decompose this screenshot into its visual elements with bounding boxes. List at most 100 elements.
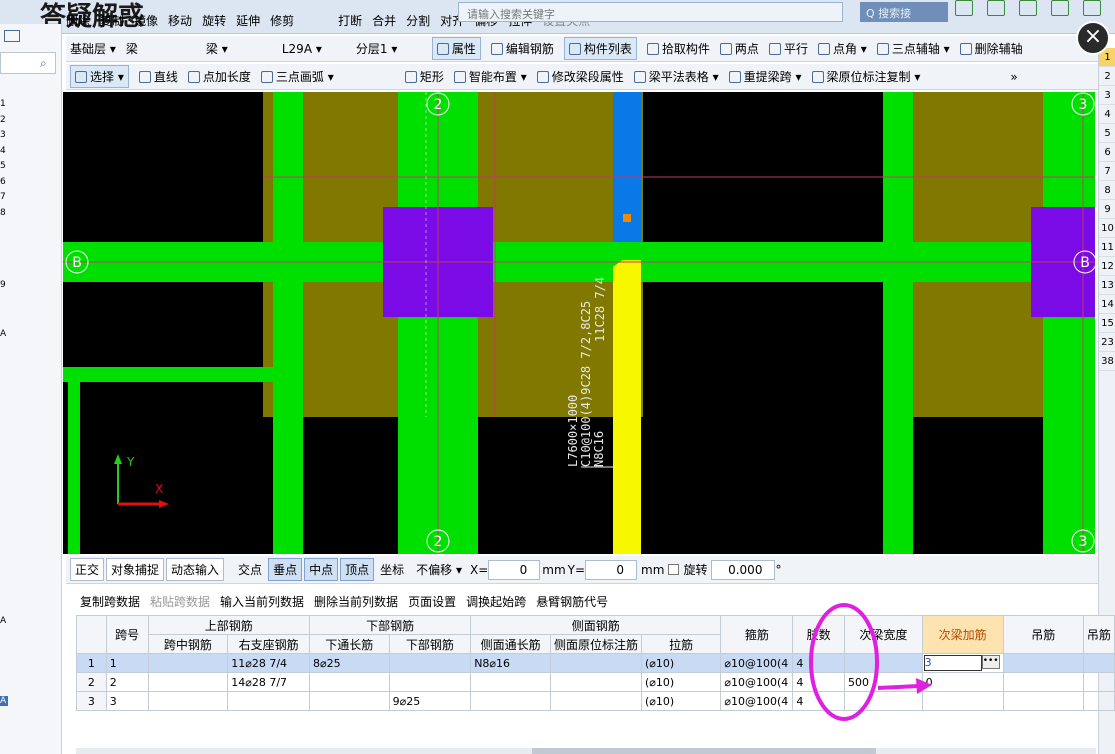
cell[interactable]: (⌀10) [640, 672, 722, 692]
point-angle-button[interactable]: 点角 ▾ [817, 40, 867, 57]
cell[interactable]: 8⌀25 [308, 653, 390, 673]
layer-item[interactable]: 6 [1099, 143, 1115, 162]
layer-item[interactable]: 12 [1099, 257, 1115, 276]
layer-item[interactable]: 3 [1099, 86, 1115, 105]
row-number[interactable]: 1 [76, 653, 107, 673]
rotate-checkbox[interactable] [668, 564, 680, 575]
cell[interactable]: ⌀10@100(4 [720, 672, 794, 692]
type2-select[interactable]: 梁 ▾ [206, 40, 272, 57]
layer-item[interactable]: 2 [1099, 67, 1115, 86]
ribbon-trim[interactable]: 修剪 [270, 12, 294, 29]
delete-col-button[interactable]: 删除当前列数据 [314, 593, 398, 610]
layer-item[interactable]: 14 [1099, 295, 1115, 314]
ribbon-mirror[interactable]: 镜像 [134, 12, 158, 29]
layer-item[interactable]: 7 [1099, 162, 1115, 181]
tree-item[interactable]: 2 [0, 113, 6, 129]
line-button[interactable]: 直线 [138, 68, 178, 85]
cell[interactable] [308, 691, 390, 711]
cell[interactable]: ⌀10@100(4 [720, 691, 794, 711]
grip-point[interactable] [623, 214, 631, 222]
search-icon[interactable]: ⌕ [40, 56, 47, 71]
page-setup-button[interactable]: 页面设置 [408, 593, 456, 610]
y-input[interactable]: 0 [585, 559, 638, 580]
cell[interactable] [1002, 691, 1084, 711]
layer-item[interactable]: 23 [1099, 333, 1115, 352]
table-row[interactable]: 1 1 11⌀28 7/4 8⌀25 N8⌀16 (⌀10) ⌀10@100(4… [76, 653, 1115, 673]
settings-icon[interactable] [1083, 0, 1101, 16]
layer-item[interactable]: 10 [1099, 219, 1115, 238]
component-list-button[interactable]: 构件列表 [563, 37, 637, 60]
copy-annot-button[interactable]: 梁原位标注复制 ▾ [811, 68, 920, 85]
cell[interactable] [388, 653, 472, 673]
layer-item[interactable]: 11 [1099, 238, 1115, 257]
ribbon-split[interactable]: 分割 [406, 12, 430, 29]
tree-item[interactable]: 3 [0, 128, 6, 144]
layer-item[interactable]: 38 [1099, 352, 1115, 371]
element-select[interactable]: L29A ▾ [282, 42, 346, 56]
arc-button[interactable]: 三点画弧 ▾ [260, 68, 395, 85]
save-icon[interactable] [955, 0, 973, 16]
cell[interactable]: (⌀10) [640, 653, 722, 673]
layer-item[interactable]: 4 [1099, 105, 1115, 124]
properties-button[interactable]: 属性 [431, 37, 481, 60]
cell[interactable]: 3 [105, 691, 149, 711]
cell[interactable] [1002, 653, 1084, 673]
cell[interactable] [470, 672, 551, 692]
cell[interactable] [470, 691, 551, 711]
tree-item[interactable]: 7 [0, 190, 6, 206]
tree-item[interactable]: 4 [0, 144, 6, 160]
tree-item[interactable]: 8 [0, 206, 6, 222]
perpendicular-snap[interactable]: 垂点 [268, 558, 303, 581]
object-snap-toggle[interactable]: 对象捕捉 [106, 558, 165, 581]
cell[interactable]: (⌀10) [640, 691, 722, 711]
copy-span-button[interactable]: 复制跨数据 [80, 593, 140, 610]
ribbon-delete[interactable]: 删除 [66, 12, 90, 29]
cell[interactable]: 1 [105, 653, 149, 673]
ribbon-copy[interactable]: 复制 [100, 12, 124, 29]
cell[interactable] [1082, 672, 1115, 692]
layer-item[interactable]: 9 [1099, 200, 1115, 219]
offset-select[interactable]: 不偏移 ▾ [416, 561, 462, 578]
ortho-toggle[interactable]: 正交 [70, 558, 105, 581]
cell[interactable]: 2 [105, 672, 149, 692]
beam-horizontal[interactable] [63, 367, 273, 382]
edit-rebar-button[interactable]: 编辑钢筋 [490, 40, 554, 57]
pick-component-button[interactable]: 拾取构件 [646, 40, 710, 57]
tree-item[interactable]: 6 [0, 175, 6, 191]
export-icon[interactable] [1051, 0, 1069, 16]
cantilever-button[interactable]: 悬臂钢筋代号 [536, 593, 608, 610]
cell[interactable] [1002, 672, 1084, 692]
input-col-button[interactable]: 输入当前列数据 [220, 593, 304, 610]
tree-item[interactable]: 1 [0, 97, 6, 113]
cell[interactable]: 14⌀28 7/7 [227, 672, 310, 692]
swap-start-button[interactable]: 调换起始跨 [466, 593, 526, 610]
cell[interactable] [549, 691, 643, 711]
close-icon[interactable]: × [1076, 21, 1110, 55]
beam-vertical[interactable] [883, 92, 913, 554]
table-row[interactable]: 3 3 9⌀25 (⌀10) ⌀10@100(4 4 [76, 691, 1115, 711]
cell[interactable]: N8⌀16 [470, 653, 551, 673]
cell[interactable]: 11⌀28 7/4 [227, 653, 310, 673]
rotate-input[interactable]: 0.000 [711, 559, 776, 580]
cell[interactable] [147, 653, 229, 673]
share-icon[interactable] [1019, 0, 1037, 16]
ribbon-merge[interactable]: 合并 [372, 12, 396, 29]
modify-span-button[interactable]: 修改梁段属性 [536, 68, 624, 85]
row-number[interactable]: 2 [76, 672, 107, 692]
x-input[interactable]: 0 [488, 559, 541, 580]
tree-item[interactable]: A [0, 329, 6, 339]
tree-search-input[interactable] [0, 52, 56, 74]
three-point-axis-button[interactable]: 三点辅轴 ▾ [876, 40, 950, 57]
ribbon-extend[interactable]: 延伸 [236, 12, 260, 29]
cell[interactable] [388, 672, 472, 692]
cell[interactable] [549, 653, 643, 673]
drawing-canvas[interactable]: 2 3 B B 2 3 L7600×1000 C10@100(4)9C28 7/… [63, 92, 1095, 554]
tree-item[interactable]: 5 [0, 159, 6, 175]
cell[interactable] [1082, 653, 1115, 673]
two-points-button[interactable]: 两点 [719, 40, 759, 57]
coordinate-snap[interactable]: 坐标 [376, 559, 408, 580]
more-button[interactable]: » [1010, 70, 1017, 84]
beam-vertical[interactable] [273, 92, 303, 554]
row-number[interactable]: 3 [76, 691, 107, 711]
point-length-button[interactable]: 点加长度 [187, 68, 251, 85]
